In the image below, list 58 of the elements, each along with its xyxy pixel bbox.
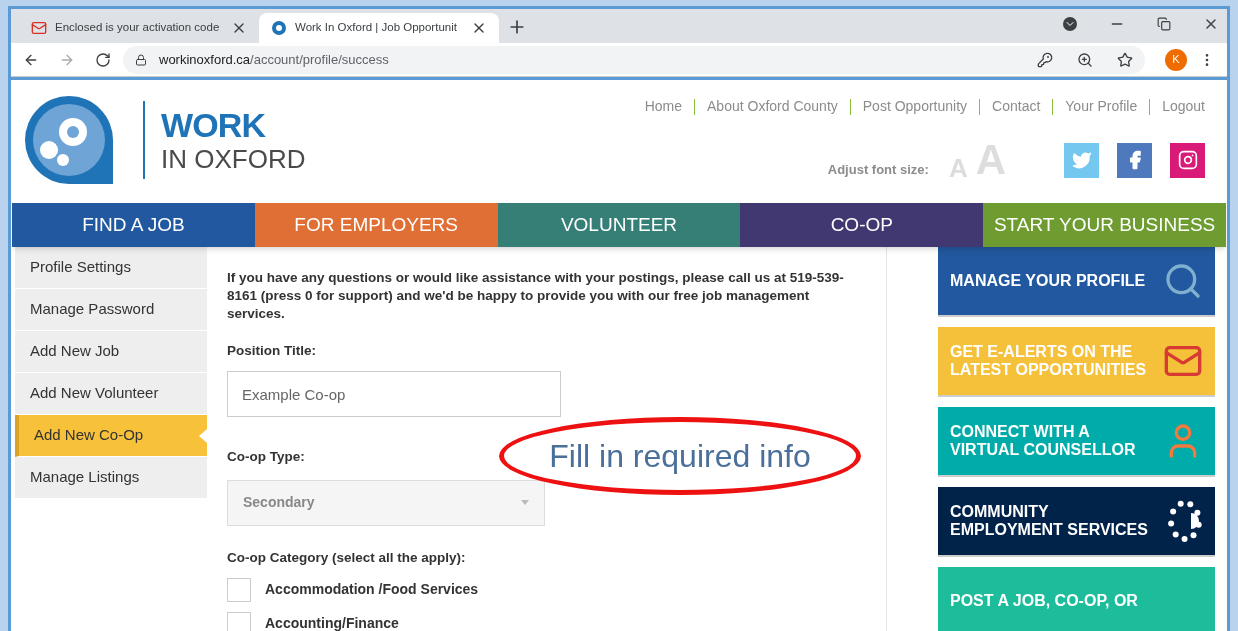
promo-text: CONNECT WITH A VIRTUAL COUNSELLOR	[950, 423, 1137, 459]
promo-text: GET E-ALERTS ON THE LATEST OPPORTUNITIES	[950, 343, 1148, 379]
checkbox-label: Accommodation /Food Services	[265, 580, 479, 600]
dots-icon	[1167, 499, 1203, 543]
key-icon[interactable]	[1037, 51, 1053, 68]
annotation-text: Fill in required info	[549, 437, 811, 476]
logo-text: WORK	[161, 108, 267, 142]
bookmark-icon[interactable]	[1117, 51, 1133, 68]
sidebar-item[interactable]: Manage Password	[15, 289, 207, 331]
profile-avatar[interactable]: K	[1165, 48, 1187, 71]
nav-tab[interactable]: VOLUNTEER	[497, 203, 741, 247]
position-title-field[interactable]: Example Co-op	[227, 371, 561, 418]
checkbox[interactable]	[227, 611, 251, 631]
promo-text: POST A JOB, CO-OP, OR	[950, 592, 1139, 610]
nav-tab[interactable]: FOR EMPLOYERS	[254, 203, 498, 247]
nav-tab[interactable]: CO-OP	[740, 203, 984, 247]
browser-tab[interactable]: Work In Oxford | Job Opportunit	[259, 13, 499, 43]
nav-tab[interactable]: START YOUR BUSINESS	[983, 203, 1226, 247]
dropdown-icon[interactable]	[1063, 17, 1077, 31]
sidebar-item[interactable]: Manage Listings	[15, 457, 207, 499]
top-link[interactable]: About Oxford County	[707, 96, 838, 117]
field-label: Co-op Type:	[227, 448, 305, 467]
browser-tab[interactable]: Enclosed is your activation code	[19, 13, 259, 43]
lock-icon	[135, 53, 147, 66]
top-link[interactable]: Home	[644, 96, 683, 117]
promo-banner[interactable]: POST A JOB, CO-OP, OR	[938, 567, 1215, 631]
checkbox-label: Accounting/Finance	[265, 614, 399, 631]
nav-tab[interactable]: FIND A JOB	[12, 203, 255, 247]
checkbox[interactable]	[227, 577, 251, 602]
facebook-icon[interactable]	[1117, 142, 1152, 178]
promo-banner[interactable]: MANAGE YOUR PROFILE	[938, 247, 1215, 315]
promo-text: COMMUNITY EMPLOYMENT SERVICES	[950, 503, 1149, 539]
tab-title: Work In Oxford | Job Opportunit	[295, 20, 458, 36]
sidebar-item[interactable]: Profile Settings	[15, 247, 207, 289]
top-link[interactable]: Contact	[992, 96, 1041, 117]
promo-text: MANAGE YOUR PROFILE	[950, 272, 1147, 290]
zoom-icon[interactable]	[1077, 51, 1093, 68]
logo-text: IN OXFORD	[161, 146, 306, 172]
url-text: workinoxford.ca/account/profile/success	[159, 50, 389, 69]
intro-paragraph: If you have any questions or would like assistance with your postings, please call us at 519-539-8161 (press 0 for support) and we'd be happy to provide you with our free job management services.	[227, 269, 845, 323]
magnifier-icon	[1163, 261, 1203, 301]
font-size-label: Adjust font size:	[827, 160, 929, 179]
top-link[interactable]: Post Opportunity	[862, 96, 968, 117]
field-label: Position Title:	[227, 342, 317, 360]
field-label: Co-op Category (select all the apply):	[227, 548, 467, 567]
top-link[interactable]: Your Profile	[1065, 96, 1138, 117]
sidebar-item[interactable]: Add New Volunteer	[15, 373, 207, 415]
address-bar[interactable]: workinoxford.ca/account/profile/success	[123, 45, 1145, 74]
mail-icon	[31, 20, 47, 36]
promo-banner[interactable]: CONNECT WITH A VIRTUAL COUNSELLOR	[938, 407, 1215, 475]
instagram-icon[interactable]	[1170, 142, 1205, 178]
reload-icon[interactable]	[95, 51, 111, 68]
promo-banner[interactable]: COMMUNITY EMPLOYMENT SERVICES	[938, 487, 1215, 555]
restore-icon[interactable]	[1157, 17, 1171, 31]
top-link[interactable]: Logout	[1162, 96, 1205, 117]
sidebar-item[interactable]: Add New Job	[15, 331, 207, 373]
sidebar-item[interactable]: Add New Co-Op	[15, 415, 207, 457]
tab-title: Enclosed is your activation code	[55, 20, 221, 36]
